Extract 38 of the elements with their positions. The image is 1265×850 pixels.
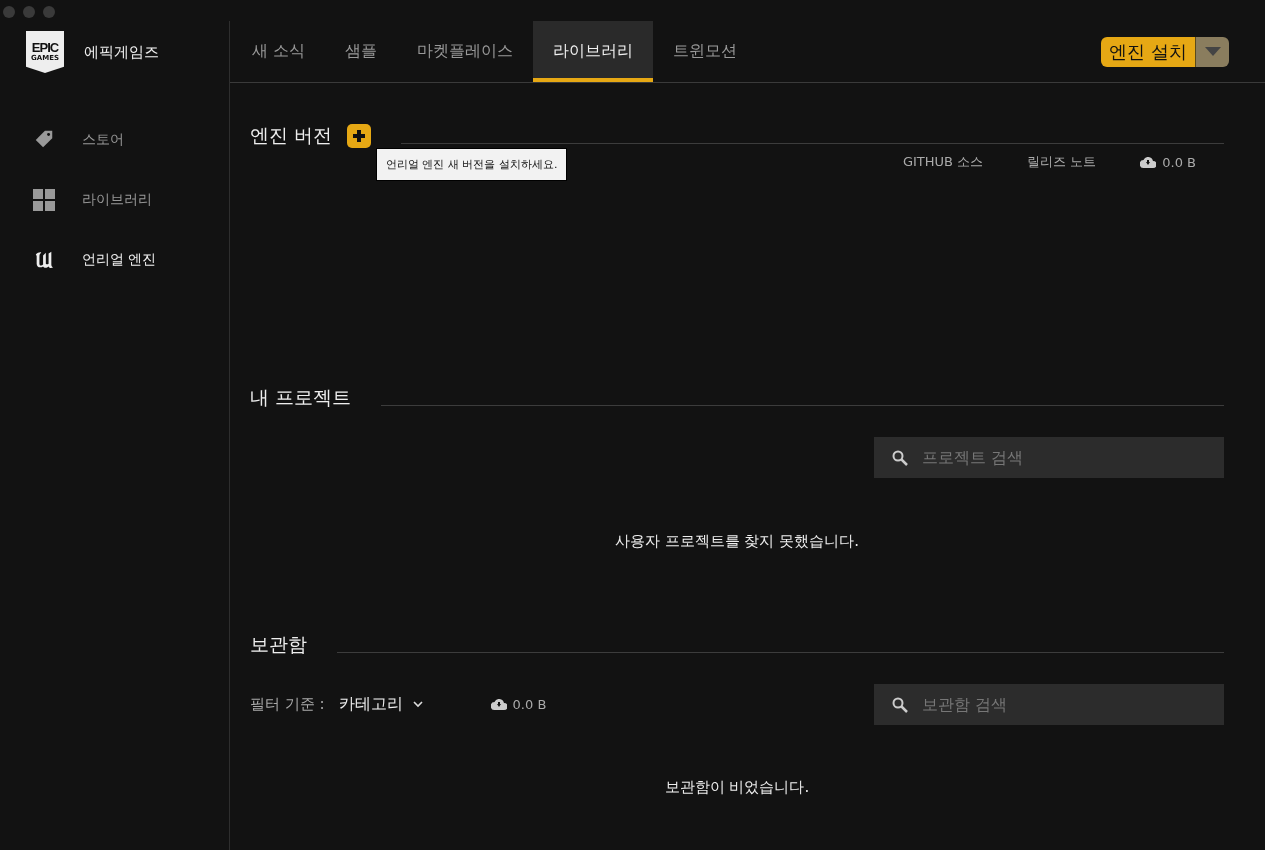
engine-link[interactable]: 릴리즈 노트 xyxy=(1027,153,1097,171)
nav-tab[interactable]: 샘플 xyxy=(325,21,398,82)
caret-icon xyxy=(1204,47,1221,56)
cloud-download-icon xyxy=(490,699,507,710)
section-title: 보관함 xyxy=(250,632,307,657)
nav-tab[interactable]: 마켓플레이스 xyxy=(397,21,534,82)
download-size: 0.0 B xyxy=(1162,154,1196,170)
cloud-download-icon xyxy=(1140,156,1157,168)
sidebar-item[interactable]: 라이브러리 xyxy=(0,170,229,230)
window-zoom-button[interactable] xyxy=(43,6,55,18)
window-close-button[interactable] xyxy=(3,6,15,18)
grid-icon xyxy=(33,189,55,211)
brand-name: 에픽게임즈 xyxy=(84,42,159,62)
install-dropdown-button[interactable] xyxy=(1196,36,1229,67)
empty-message: 사용자 프로젝트를 찾지 못했습니다. xyxy=(613,532,861,552)
search-field[interactable]: 보관함 검색 xyxy=(874,684,1224,725)
nav-tab[interactable]: 새 소식 xyxy=(232,21,326,82)
search-icon xyxy=(892,697,908,713)
engine-link[interactable]: GITHUB 소스 xyxy=(902,153,984,171)
unreal-logo-icon xyxy=(33,249,55,271)
search-field[interactable]: 프로젝트 검색 xyxy=(874,437,1224,478)
nav-tab[interactable]: 라이브러리 xyxy=(533,21,654,82)
sidebar-item[interactable]: 언리얼 엔진 xyxy=(0,230,229,290)
window-minimize-button[interactable] xyxy=(23,6,35,18)
download-size: 0.0 B xyxy=(512,697,547,712)
filter-label: 필터 기준 : xyxy=(250,695,325,714)
section-title: 엔진 버전 xyxy=(250,123,333,148)
search-icon xyxy=(892,450,908,466)
tooltip: 언리얼 엔진 새 버전을 설치하세요. xyxy=(376,148,568,181)
add-engine-button[interactable] xyxy=(347,124,372,148)
chevron-down-icon xyxy=(412,701,423,708)
sidebar-item[interactable]: 스토어 xyxy=(0,110,229,170)
nav-tab[interactable]: 트윈모션 xyxy=(653,21,758,82)
install-engine-button[interactable]: 엔진 설치 xyxy=(1101,36,1196,67)
category-dropdown[interactable]: 카테고리 xyxy=(338,694,423,715)
section-title: 내 프로젝트 xyxy=(250,385,352,410)
empty-message: 보관함이 비었습니다. xyxy=(663,778,811,797)
plus-icon xyxy=(353,130,366,142)
